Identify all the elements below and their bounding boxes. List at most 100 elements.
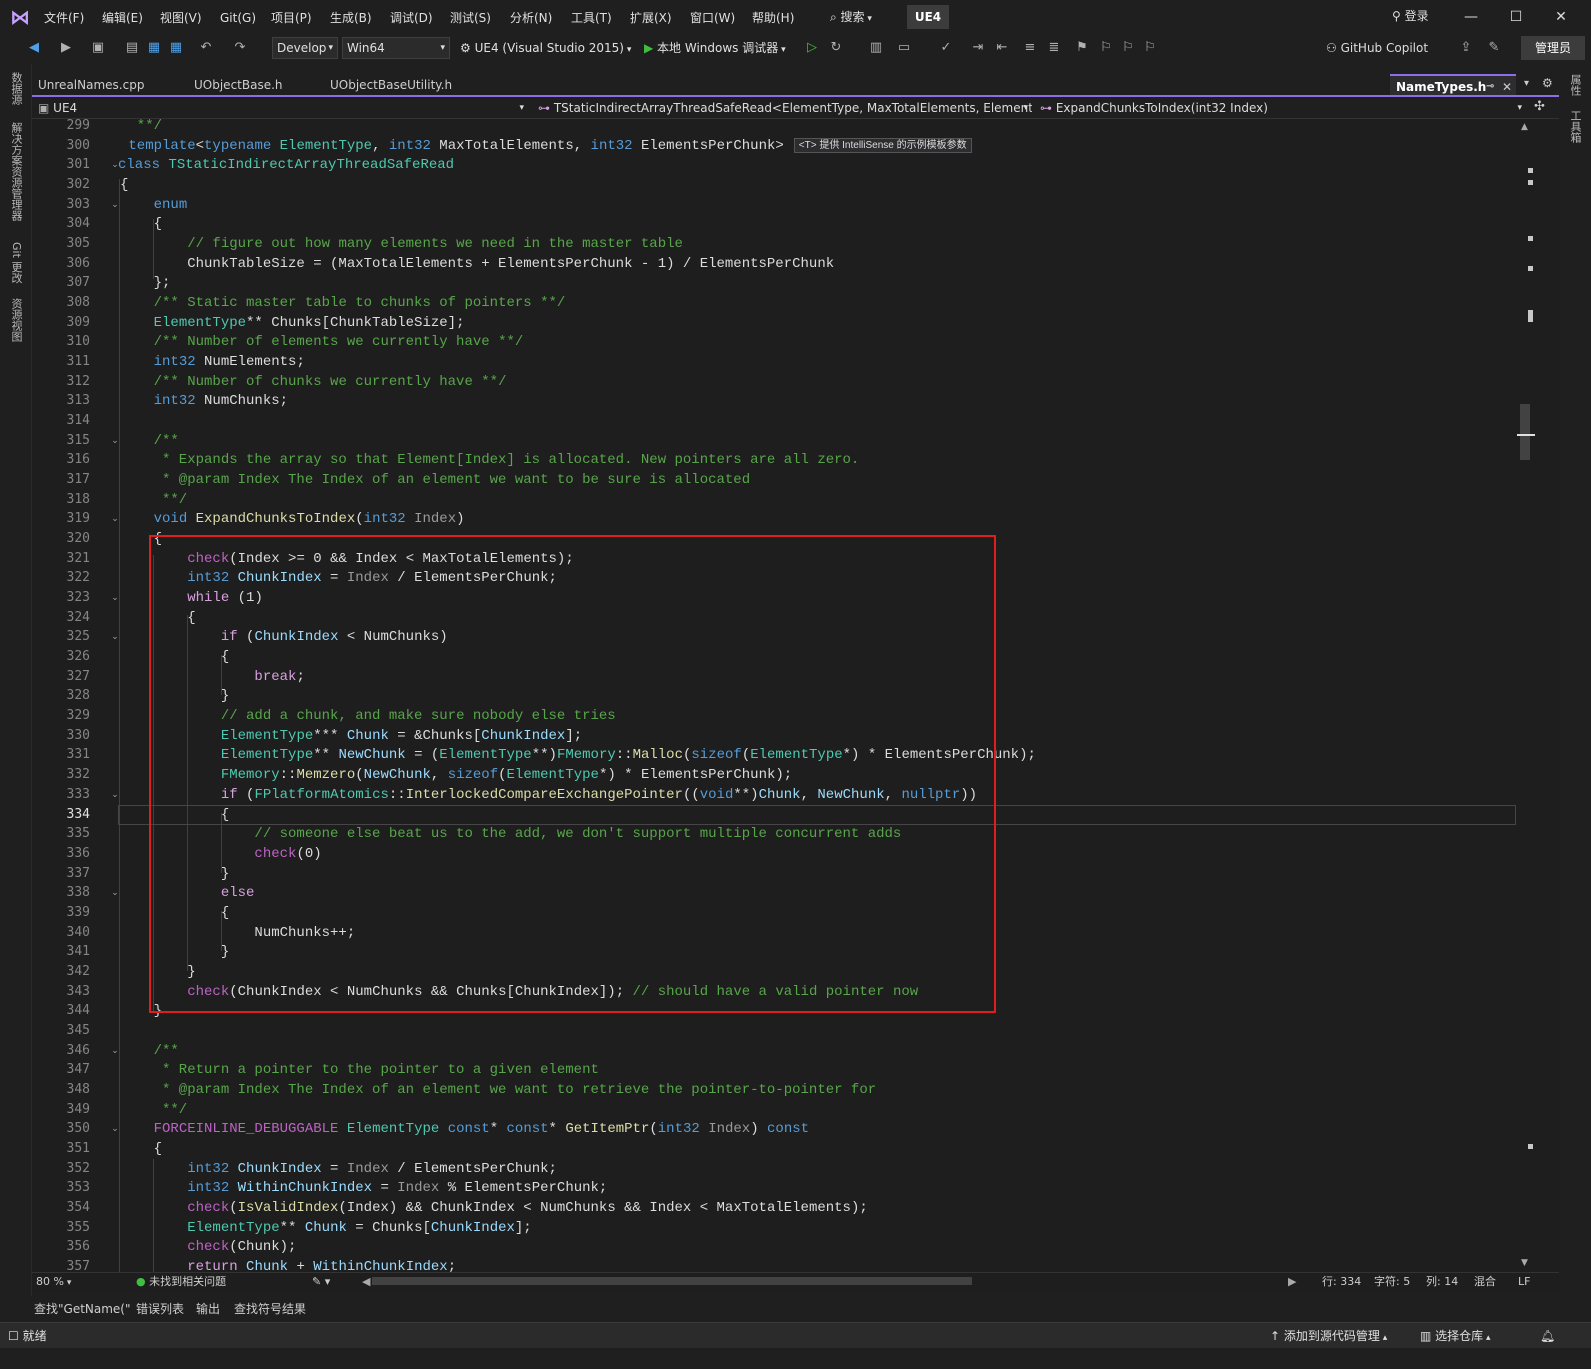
code-line: * Return a pointer to the pointer to a g… — [120, 1062, 599, 1078]
uncomment-icon[interactable]: ≣ — [1044, 38, 1064, 58]
zoom-dropdown[interactable]: 80 % ▾ — [36, 1274, 71, 1290]
menu-analyze[interactable]: 分析(N) — [510, 9, 552, 27]
clear-bookmarks-icon[interactable]: ⚐ — [1140, 38, 1160, 58]
fold-toggle-icon[interactable]: ⌄ — [110, 1041, 120, 1061]
tab-nametypes-h[interactable]: NameTypes.h ⊸ ✕ — [1390, 74, 1516, 96]
hot-reload-icon[interactable]: ↻ — [826, 38, 846, 58]
line-ending-indicator[interactable]: LF — [1518, 1274, 1530, 1290]
fold-toggle-icon[interactable]: ⌄ — [110, 627, 120, 647]
menu-window[interactable]: 窗口(W) — [690, 9, 735, 27]
vertical-scrollbar[interactable] — [1517, 119, 1535, 1271]
comment-icon[interactable]: ≡ — [1020, 38, 1040, 58]
resource-view-panel-tab[interactable]: 资源视图 — [8, 298, 24, 342]
startup-project-dropdown[interactable]: ⚙ UE4 (Visual Studio 2015) ▾ — [460, 38, 631, 58]
menu-build[interactable]: 生成(B) — [330, 9, 372, 27]
fold-toggle-icon[interactable]: ⌄ — [110, 785, 120, 805]
char-indicator[interactable]: 字符: 5 — [1374, 1274, 1410, 1290]
outdent-icon[interactable]: ⇤ — [992, 38, 1012, 58]
back-icon[interactable]: ◀ — [24, 38, 44, 58]
fold-toggle-icon[interactable]: ⌄ — [110, 195, 120, 215]
menu-debug[interactable]: 调试(D) — [390, 9, 433, 27]
fold-toggle-icon[interactable]: ⌄ — [110, 588, 120, 608]
fold-toggle-icon[interactable]: ⌄ — [110, 431, 120, 451]
tab-settings-gear-icon[interactable]: ⚙ — [1542, 76, 1553, 90]
scroll-down-icon[interactable]: ▼ — [1521, 1258, 1528, 1268]
close-window-icon[interactable]: ✕ — [1550, 6, 1572, 28]
line-number: 328 — [66, 688, 90, 703]
line-number: 337 — [66, 866, 90, 881]
login-button[interactable]: ⚲ 登录 — [1392, 7, 1429, 25]
menu-test[interactable]: 测试(S) — [450, 9, 491, 27]
tab-error-list[interactable]: 错误列表 — [136, 1300, 184, 1318]
horizontal-scrollbar-thumb[interactable] — [372, 1277, 972, 1285]
properties-panel-tab[interactable]: 属性 — [1567, 74, 1583, 96]
tab-uobjectbase-h[interactable]: UObjectBase.h — [188, 74, 320, 96]
code-editor[interactable]: 299 300 301 302 303 304 305 306 307 308 … — [32, 119, 1559, 1287]
redo-icon[interactable]: ↷ — [230, 38, 250, 58]
maximize-icon[interactable]: ☐ — [1505, 6, 1527, 28]
minimize-icon[interactable]: — — [1460, 6, 1482, 28]
configuration-dropdown[interactable]: Develop ▾ — [272, 37, 338, 59]
member-dropdown[interactable]: ⊶ ExpandChunksToIndex(int32 Index) ▾ — [1040, 99, 1526, 117]
menu-tools[interactable]: 工具(T) — [571, 9, 612, 27]
scroll-up-icon[interactable]: ▲ — [1521, 122, 1528, 132]
scroll-right-icon[interactable]: ▶ — [1288, 1274, 1296, 1290]
menu-edit[interactable]: 编辑(E) — [102, 9, 143, 27]
menu-extensions[interactable]: 扩展(X) — [630, 9, 672, 27]
toolbox-panel-tab[interactable]: 工具箱 — [1567, 110, 1583, 143]
scope-dropdown[interactable]: ⊶ TStaticIndirectArrayThreadSafeRead<Ele… — [538, 99, 1032, 117]
next-bookmark-icon[interactable]: ⚐ — [1118, 38, 1138, 58]
add-to-source-control-button[interactable]: ↑ 添加到源代码管理 ▴ — [1270, 1328, 1387, 1344]
save-all-icon[interactable]: ▦ — [166, 38, 186, 58]
scroll-left-icon[interactable]: ◀ — [362, 1274, 370, 1290]
forward-icon[interactable]: ▶ — [56, 38, 76, 58]
solution-explorer-panel-tab[interactable]: 解决方案资源管理器 — [8, 122, 24, 221]
window-layout-icon[interactable]: ▭ — [894, 38, 914, 58]
split-editor-icon[interactable]: ✣ — [1534, 99, 1545, 114]
column-indicator[interactable]: 列: 14 — [1426, 1274, 1458, 1290]
indentation-indicator[interactable]: 混合 — [1474, 1274, 1496, 1290]
menu-git[interactable]: Git(G) — [220, 9, 256, 27]
undo-icon[interactable]: ↶ — [196, 38, 216, 58]
intellisense-template-hint[interactable]: <T> 提供 IntelliSense 的示例模板参数 — [793, 137, 972, 153]
spell-check-icon[interactable]: ✓ — [936, 38, 956, 58]
chevron-down-icon: ▾ — [1517, 103, 1522, 113]
menu-help[interactable]: 帮助(H) — [752, 9, 794, 27]
start-without-debugging-icon[interactable]: ▷ — [802, 38, 822, 58]
solution-explorer-icon[interactable]: ▥ — [866, 38, 886, 58]
code-cleanup-icon[interactable]: ✎ ▾ — [312, 1274, 330, 1290]
tab-find-symbol-results[interactable]: 查找符号结果 — [234, 1300, 306, 1318]
feedback-icon[interactable]: ✎ — [1484, 38, 1504, 58]
indent-icon[interactable]: ⇥ — [968, 38, 988, 58]
tab-output[interactable]: 输出 — [196, 1300, 220, 1318]
git-changes-panel-tab[interactable]: Git 更改 — [8, 242, 24, 283]
search-button[interactable]: ⌕ 搜索 ▾ — [830, 8, 872, 26]
share-icon[interactable]: ⇪ — [1456, 38, 1476, 58]
previous-bookmark-icon[interactable]: ⚐ — [1096, 38, 1116, 58]
notifications-bell-icon[interactable]: 🔔︎ — [1540, 1328, 1555, 1344]
line-indicator[interactable]: 行: 334 — [1322, 1274, 1361, 1290]
select-repository-button[interactable]: ▥ 选择仓库 ▴ — [1420, 1328, 1491, 1344]
tab-find-results[interactable]: 查找"GetName(" — [34, 1300, 131, 1318]
menu-view[interactable]: 视图(V) — [160, 9, 202, 27]
chevron-down-icon: ▾ — [778, 45, 786, 55]
tab-uobjectbaseutility-h[interactable]: UObjectBaseUtility.h — [324, 74, 494, 96]
project-dropdown[interactable]: ▣ UE4 ▾ — [38, 99, 528, 117]
save-icon[interactable]: ▦ — [144, 38, 164, 58]
scrollbar-thumb[interactable] — [1520, 404, 1530, 460]
data-sources-panel-tab[interactable]: 数据源 — [8, 72, 24, 105]
new-project-icon[interactable]: ▣ — [88, 38, 108, 58]
menu-project[interactable]: 项目(P) — [271, 9, 312, 27]
tab-unrealnames-cpp[interactable]: UnrealNames.cpp — [32, 74, 184, 96]
platform-dropdown[interactable]: Win64 ▾ — [342, 37, 450, 59]
github-copilot-button[interactable]: ⚇ GitHub Copilot — [1326, 38, 1428, 58]
fold-toggle-icon[interactable]: ⌄ — [110, 509, 120, 529]
tab-list-chevron-icon[interactable]: ▾ — [1524, 78, 1529, 89]
menu-file[interactable]: 文件(F) — [44, 9, 84, 27]
bookmark-icon[interactable]: ⚑ — [1072, 38, 1092, 58]
start-debugging-button[interactable]: ▶ 本地 Windows 调试器 ▾ — [644, 38, 786, 58]
open-folder-icon[interactable]: ▤ — [122, 38, 142, 58]
fold-toggle-icon[interactable]: ⌄ — [110, 1119, 120, 1139]
issues-indicator[interactable]: ● 未找到相关问题 — [136, 1274, 226, 1290]
fold-toggle-icon[interactable]: ⌄ — [110, 883, 120, 903]
